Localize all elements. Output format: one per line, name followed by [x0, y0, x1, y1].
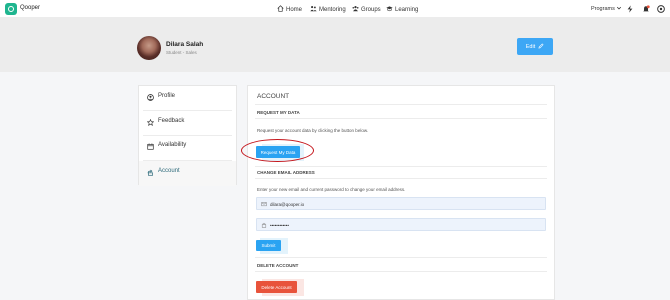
request-data-help: Request your account data by clicking th…: [257, 128, 369, 133]
divider: [255, 178, 547, 179]
programs-dropdown[interactable]: Programs: [591, 5, 622, 12]
divider: [255, 166, 547, 167]
password-field[interactable]: [256, 218, 546, 231]
change-email-help: Enter your new email and current passwor…: [257, 187, 406, 192]
qooper-logo-icon[interactable]: [5, 3, 17, 15]
calendar-icon: [147, 143, 154, 150]
delete-account-heading: DELETE ACCOUNT: [257, 263, 299, 268]
panel-title: ACCOUNT: [257, 93, 290, 100]
profile-header: [0, 18, 670, 72]
pencil-icon: [538, 43, 544, 49]
user-circle-icon: [147, 94, 154, 101]
divider: [255, 257, 547, 258]
envelope-icon: [261, 202, 267, 207]
nav-groups-label: Groups: [361, 7, 381, 13]
email-field[interactable]: [256, 197, 546, 210]
top-nav: Qooper Home Mentoring Groups Learning Pr…: [0, 0, 670, 18]
bell-icon[interactable]: [642, 5, 650, 13]
groups-icon: [352, 5, 359, 12]
request-my-data-button[interactable]: Request My Data: [256, 146, 300, 158]
account-panel: ACCOUNT REQUEST MY DATA Request your acc…: [247, 85, 555, 300]
sidebar-item-feedback[interactable]: Feedback: [139, 111, 236, 136]
nav-home-label: Home: [286, 7, 303, 13]
nav-groups[interactable]: Groups: [352, 5, 381, 13]
sidebar-item-availability[interactable]: Availability: [139, 136, 236, 161]
divider: [255, 118, 547, 119]
sidebar-item-label: Profile: [158, 93, 176, 99]
nav-home[interactable]: Home: [277, 5, 302, 13]
divider: [255, 271, 547, 272]
delete-account-button[interactable]: Delete Account: [256, 281, 297, 293]
edit-label: Edit: [525, 44, 536, 50]
sidebar-item-profile[interactable]: Profile: [139, 86, 236, 111]
programs-label: Programs: [591, 6, 615, 12]
account-icon: [147, 169, 153, 176]
user-role: Student - Sales: [166, 50, 197, 55]
lock-icon: [261, 222, 267, 228]
password-input[interactable]: [270, 220, 540, 230]
brand-name[interactable]: Qooper: [20, 5, 40, 11]
divider: [255, 104, 547, 105]
nav-learning-label: Learning: [395, 7, 419, 13]
learning-icon: [386, 6, 393, 12]
home-icon: [277, 5, 284, 12]
nav-learning[interactable]: Learning: [386, 5, 418, 13]
settings-sidebar: Profile Feedback Availability Account: [138, 85, 237, 186]
sidebar-item-account[interactable]: Account: [139, 161, 236, 186]
lightning-icon[interactable]: [626, 5, 634, 13]
sidebar-item-label: Feedback: [158, 118, 185, 124]
change-email-heading: CHANGE EMAIL ADDRESS: [257, 170, 315, 175]
sidebar-item-label: Account: [158, 168, 180, 174]
nav-mentoring-label: Mentoring: [319, 7, 346, 13]
nav-mentoring[interactable]: Mentoring: [310, 5, 346, 13]
avatar: [137, 36, 161, 60]
help-icon[interactable]: [657, 5, 665, 13]
submit-button[interactable]: Submit: [256, 240, 281, 251]
mentoring-icon: [310, 6, 317, 12]
request-data-heading: REQUEST MY DATA: [257, 110, 300, 115]
edit-button[interactable]: Edit: [517, 38, 553, 55]
email-input[interactable]: [270, 199, 540, 209]
user-name: Dilara Salah: [166, 41, 204, 48]
sidebar-item-label: Availability: [158, 142, 187, 148]
star-icon: [147, 119, 154, 126]
chevron-down-icon: [617, 6, 622, 10]
